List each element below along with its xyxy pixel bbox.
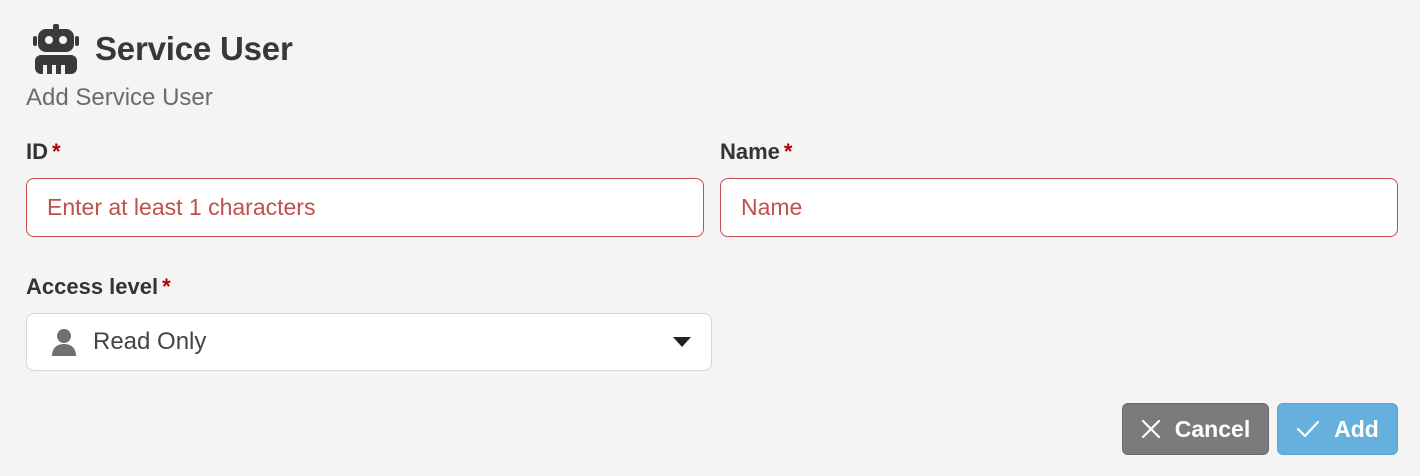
name-label: Name * bbox=[720, 139, 792, 165]
name-input[interactable] bbox=[721, 179, 1397, 236]
required-marker: * bbox=[783, 139, 793, 164]
robot-icon bbox=[33, 24, 79, 74]
name-label-text: Name bbox=[720, 139, 780, 164]
cancel-button-label: Cancel bbox=[1174, 415, 1251, 442]
access-level-value: Read Only bbox=[93, 328, 207, 355]
id-input[interactable] bbox=[27, 179, 703, 236]
user-icon bbox=[52, 329, 76, 356]
access-level-label-text: Access level bbox=[26, 274, 159, 299]
check-icon bbox=[1297, 420, 1320, 438]
id-label: ID * bbox=[26, 139, 61, 165]
page-subtitle: Add Service User bbox=[26, 84, 213, 111]
required-marker: * bbox=[52, 139, 61, 164]
id-field-wrapper bbox=[26, 178, 704, 237]
page-title: Service User bbox=[95, 30, 293, 67]
chevron-down-icon[interactable] bbox=[673, 337, 691, 347]
cancel-button[interactable]: Cancel bbox=[1122, 403, 1269, 455]
add-button[interactable]: Add bbox=[1277, 403, 1398, 455]
required-marker: * bbox=[162, 274, 171, 299]
name-field-wrapper bbox=[720, 178, 1398, 237]
page-header: Service User bbox=[33, 24, 293, 74]
access-level-select[interactable]: Read Only bbox=[26, 313, 712, 371]
close-icon bbox=[1141, 419, 1160, 439]
access-level-label: Access level * bbox=[26, 274, 171, 300]
add-button-label: Add bbox=[1334, 415, 1379, 442]
id-label-text: ID bbox=[26, 139, 48, 164]
